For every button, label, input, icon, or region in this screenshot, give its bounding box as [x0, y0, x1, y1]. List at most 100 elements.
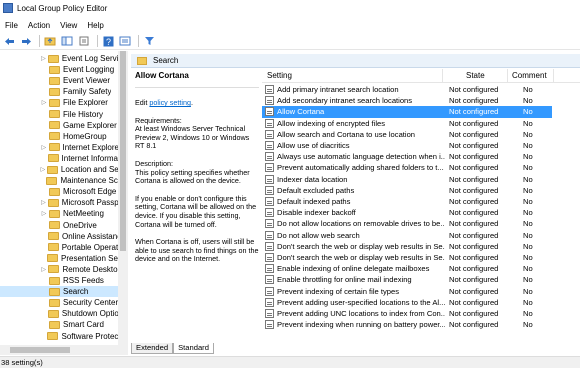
category-tree: ▷ Event Log Service Event LoggingEvent Vie…: [0, 51, 128, 355]
policy-row[interactable]: Enable indexing of online delegate mailb…: [262, 263, 552, 274]
expand-arrow-icon[interactable]: ▷: [40, 99, 48, 106]
tree-item[interactable]: ▷ Internet Explorer: [0, 142, 118, 153]
status-bar: 38 setting(s): [0, 356, 580, 368]
menu-bar: File Action View Help: [0, 18, 580, 32]
policy-name: Default excluded paths: [277, 185, 355, 195]
tree-item[interactable]: Smart Card: [0, 319, 118, 330]
tree-item[interactable]: Search: [0, 286, 118, 298]
policy-row[interactable]: Indexer data location Not configured No: [262, 174, 552, 185]
tree-item[interactable]: ▷ Event Log Service: [0, 53, 118, 64]
tree-item[interactable]: ▷ Remote Desktop: [0, 264, 118, 275]
status-text: 38 setting(s): [1, 358, 43, 367]
tree-item[interactable]: Online Assistance: [0, 231, 118, 242]
policy-row[interactable]: Prevent adding UNC locations to index fr…: [262, 308, 552, 319]
policy-comment: No: [523, 208, 533, 218]
policy-row[interactable]: Don't search the web or display web resu…: [262, 241, 552, 252]
policy-setting-icon: [265, 85, 274, 95]
policy-row[interactable]: Allow Cortana Not configured No: [262, 106, 552, 118]
scrollbar-thumb[interactable]: [120, 51, 126, 251]
policy-name: Don't search the web or display web resu…: [277, 241, 445, 251]
tree-vertical-scrollbar[interactable]: [118, 51, 128, 355]
forward-arrow-icon[interactable]: [19, 34, 33, 48]
policy-row[interactable]: Allow search and Cortana to use location…: [262, 129, 552, 140]
column-separator[interactable]: [507, 69, 508, 83]
menu-action[interactable]: Action: [23, 21, 55, 30]
scrollbar-thumb[interactable]: [10, 347, 70, 353]
tree-item[interactable]: ▷ Location and Sensors: [0, 164, 118, 175]
policy-row[interactable]: Do not allow web search Not configured No: [262, 230, 552, 241]
tree-item[interactable]: Game Explorer: [0, 120, 118, 131]
tab-standard[interactable]: Standard: [173, 343, 214, 354]
policy-row[interactable]: Default excluded paths Not configured No: [262, 185, 552, 196]
column-separator[interactable]: [442, 69, 443, 83]
policy-setting-icon: [265, 208, 274, 218]
tree-item[interactable]: Portable Operating: [0, 242, 118, 253]
policy-row[interactable]: Prevent indexing of certain file types No…: [262, 286, 552, 297]
tree-item[interactable]: Shutdown Options: [0, 308, 118, 319]
policy-row[interactable]: Default indexed paths Not configured No: [262, 196, 552, 207]
expand-arrow-icon[interactable]: ▷: [40, 210, 48, 217]
policy-row[interactable]: Always use automatic language detection …: [262, 151, 552, 162]
tree-item[interactable]: Presentation Settings: [0, 253, 118, 264]
back-arrow-icon[interactable]: [2, 34, 16, 48]
policy-row[interactable]: Do not allow locations on removable driv…: [262, 218, 552, 229]
policy-row[interactable]: Add primary intranet search location Not …: [262, 84, 552, 95]
tree-item-label: File History: [63, 109, 104, 119]
tab-extended[interactable]: Extended: [131, 343, 174, 354]
tree-item[interactable]: HomeGroup: [0, 131, 118, 142]
policy-state: Not configured: [449, 197, 499, 207]
policy-comment: No: [523, 185, 533, 195]
menu-view[interactable]: View: [55, 21, 82, 30]
policy-row[interactable]: Allow indexing of encrypted files Not con…: [262, 118, 552, 129]
tree-horizontal-scrollbar[interactable]: [0, 345, 118, 355]
toolbar-separator: [138, 35, 139, 47]
policy-row[interactable]: Add secondary intranet search locations N…: [262, 95, 552, 106]
tree-item[interactable]: Microsoft Edge: [0, 186, 118, 197]
filter-icon[interactable]: [142, 34, 156, 48]
folder-icon: [48, 143, 60, 152]
column-setting[interactable]: Setting: [267, 71, 292, 80]
tree-item[interactable]: Family Safety: [0, 86, 118, 97]
expand-arrow-icon[interactable]: ▷: [40, 55, 47, 62]
tree-item[interactable]: Software Protection: [0, 331, 118, 342]
properties-icon[interactable]: [77, 34, 91, 48]
policy-state: Not configured: [449, 241, 499, 251]
policy-row[interactable]: Allow use of diacritics Not configured No: [262, 140, 552, 151]
column-separator[interactable]: [553, 69, 554, 83]
tree-item[interactable]: Maintenance Scheduler: [0, 175, 118, 186]
policy-row[interactable]: Prevent automatically adding shared fold…: [262, 162, 552, 173]
tree-item[interactable]: Security Center: [0, 297, 118, 308]
tree-item-label: Search: [63, 287, 89, 297]
expand-arrow-icon[interactable]: ▷: [40, 166, 46, 173]
expand-arrow-icon[interactable]: ▷: [40, 266, 47, 273]
tree-item[interactable]: Event Viewer: [0, 75, 118, 86]
folder-icon: [49, 87, 60, 96]
show-hide-tree-icon[interactable]: [60, 34, 74, 48]
policy-row[interactable]: Don't search the web or display web resu…: [262, 252, 552, 263]
edit-line: Edit policy setting.: [135, 98, 259, 108]
tree-item[interactable]: Internet Information: [0, 153, 118, 164]
edit-policy-link[interactable]: policy setting: [149, 98, 191, 107]
expand-arrow-icon[interactable]: ▷: [40, 199, 47, 206]
tree-item[interactable]: RSS Feeds: [0, 275, 118, 286]
policy-comment: No: [523, 230, 533, 240]
policy-row[interactable]: Prevent adding user-specified locations …: [262, 297, 552, 308]
tree-item[interactable]: File History: [0, 109, 118, 120]
expand-arrow-icon[interactable]: ▷: [40, 144, 48, 151]
column-state[interactable]: State: [466, 71, 485, 80]
column-comment[interactable]: Comment: [512, 71, 547, 80]
up-folder-icon[interactable]: [43, 34, 57, 48]
policy-row[interactable]: Enable throttling for online mail indexi…: [262, 274, 552, 285]
tree-item[interactable]: ▷ NetMeeting: [0, 208, 118, 219]
menu-help[interactable]: Help: [82, 21, 108, 30]
view-icon[interactable]: [118, 34, 132, 48]
tree-item[interactable]: ▷ File Explorer: [0, 97, 118, 108]
policy-row[interactable]: Prevent indexing when running on battery…: [262, 319, 552, 330]
policy-row[interactable]: Disable indexer backoff Not configured No: [262, 207, 552, 218]
tree-item[interactable]: ▷ Microsoft Passport: [0, 197, 118, 208]
tree-item[interactable]: Event Logging: [0, 64, 118, 75]
help-icon[interactable]: ?: [101, 34, 115, 48]
tree-item[interactable]: OneDrive: [0, 220, 118, 231]
policy-comment: No: [523, 96, 533, 106]
menu-file[interactable]: File: [0, 21, 23, 30]
